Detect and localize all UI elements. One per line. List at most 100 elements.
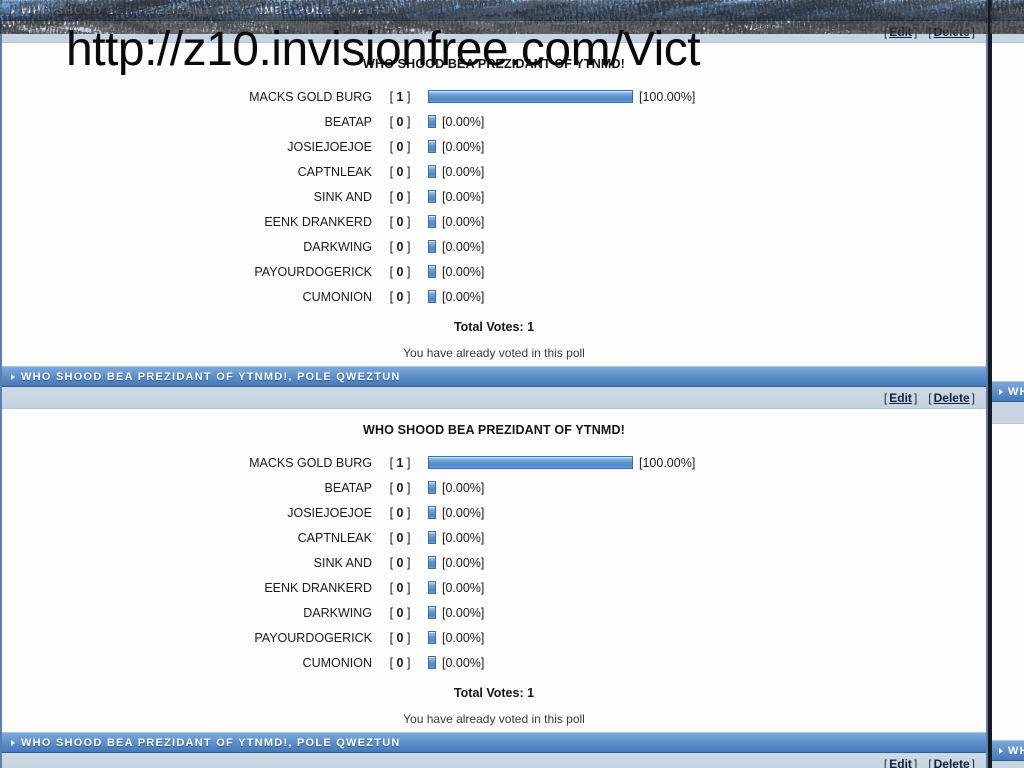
edit-action[interactable]: [Edit] <box>884 757 917 768</box>
poll-body: WHO SHOOD BEA PREZIDANT OF YTNMD! MACKS … <box>2 409 986 732</box>
poll-body <box>992 424 1024 740</box>
poll-option-bar-wrap: [0.00%] <box>428 265 484 279</box>
poll-option-row: PAYOURDOGERICK [ 0 ] [0.00%] <box>2 625 986 650</box>
total-votes: Total Votes: 1 <box>453 686 535 700</box>
poll-option-bar-wrap: [0.00%] <box>428 190 484 204</box>
poll-option-label: CUMONION <box>302 289 372 304</box>
poll-option-bar <box>428 506 436 519</box>
poll-option-row: CUMONION [ 0 ] [0.00%] <box>2 284 986 309</box>
poll-option-label: PAYOURDOGERICK <box>254 264 372 279</box>
poll-option-count: [ 0 ] <box>389 505 411 520</box>
poll-option-bar-wrap: [0.00%] <box>428 506 484 520</box>
panel-header-bar[interactable]: WHO SHOOD BEA PREZIDANT OF YTNMD!, POLE … <box>2 366 986 387</box>
delete-close-bracket: ] <box>971 24 975 39</box>
triangle-right-icon <box>999 7 1003 14</box>
action-links: [Edit] [Delete] <box>884 757 975 768</box>
poll-option-row: CAPTNLEAK [ 0 ] [0.00%] <box>2 159 986 184</box>
poll-option-bar-wrap: [0.00%] <box>428 165 484 179</box>
poll-option-count: [ 0 ] <box>389 530 411 545</box>
poll-option-bar <box>428 290 436 303</box>
poll-option-bar <box>428 115 436 128</box>
delete-action[interactable]: [Delete] <box>928 391 975 405</box>
poll-option-percent: [0.00%] <box>442 214 485 229</box>
poll-option-percent: [0.00%] <box>442 139 485 154</box>
poll-option-count: [ 1 ] <box>389 455 411 470</box>
poll-option-label: BEATAP <box>324 114 372 129</box>
edit-link[interactable]: Edit <box>889 757 912 768</box>
poll-option-count: [ 0 ] <box>389 480 411 495</box>
poll-page-screen: WHO SHOOD BEA PREZIDANT OF YTNMD!, POLE … <box>0 0 1024 768</box>
panel-header-title: WHO SHOOD BEA PREZIDANT OF YTNMD!, POLE … <box>21 4 401 17</box>
poll-option-bar <box>428 531 436 544</box>
poll-option-bar-wrap: [0.00%] <box>428 531 484 545</box>
poll-option-row: EENK DRANKERD [ 0 ] [0.00%] <box>2 575 986 600</box>
poll-option-bar <box>428 165 436 178</box>
poll-note: You have already voted in this poll <box>403 712 585 726</box>
delete-open-bracket: [ <box>928 756 932 768</box>
panel-action-bar: [Edit] [Delete] <box>2 753 986 768</box>
delete-link[interactable]: Delete <box>934 25 970 39</box>
poll-option-bar-wrap: [0.00%] <box>428 481 484 495</box>
action-links: [Edit] [Delete] <box>884 391 975 405</box>
delete-link[interactable]: Delete <box>934 757 970 768</box>
poll-title: WHO SHOOD BEA PREZIDANT OF YTNMD! <box>363 57 625 71</box>
panel-header-bar[interactable]: WHO SHOOD BEA PREZIDANT OF YTNMD!, POLE … <box>2 732 986 753</box>
poll-option-row: MACKS GOLD BURG [ 1 ] [100.00%] <box>2 450 986 475</box>
poll-option-bar <box>428 481 436 494</box>
poll-option-percent: [0.00%] <box>442 239 485 254</box>
action-links: [Edit] [Delete] <box>884 25 975 39</box>
edit-open-bracket: [ <box>883 756 888 768</box>
poll-option-bar-wrap: [0.00%] <box>428 140 484 154</box>
poll-option-row: JOSIEJOEJOE [ 0 ] [0.00%] <box>2 500 986 525</box>
poll-option-bar <box>428 656 436 669</box>
poll-option-percent: [0.00%] <box>442 189 485 204</box>
poll-option-row: MACKS GOLD BURG [ 1 ] [100.00%] <box>2 84 986 109</box>
poll-option-percent: [0.00%] <box>442 605 485 620</box>
panel-header-bar[interactable]: WHO SHOOD BEA PREZIDANT OF YTNMD!, POLE … <box>2 0 986 21</box>
edit-close-bracket: ] <box>913 24 918 39</box>
panel-header-bar[interactable]: WH <box>992 381 1024 402</box>
poll-option-percent: [0.00%] <box>442 555 485 570</box>
panel-header-title: WHO SHOOD BEA PREZIDANT OF YTNMD!, POLE … <box>21 736 401 749</box>
poll-option-percent: [0.00%] <box>442 480 485 495</box>
delete-open-bracket: [ <box>928 390 932 405</box>
delete-action[interactable]: [Delete] <box>928 757 975 768</box>
poll-option-percent: [0.00%] <box>442 580 485 595</box>
poll-option-bar-wrap: [0.00%] <box>428 656 484 670</box>
panel-header-bar[interactable]: WH <box>992 740 1024 761</box>
poll-panel: WHO SHOOD BEA PREZIDANT OF YTNMD!, POLE … <box>0 0 988 366</box>
poll-option-bar-wrap: [0.00%] <box>428 606 484 620</box>
poll-option-label: JOSIEJOEJOE <box>287 505 372 520</box>
second-column: WH WH WH <box>990 0 1024 768</box>
poll-option-row: CUMONION [ 0 ] [0.00%] <box>2 650 986 675</box>
edit-action[interactable]: [Edit] <box>884 391 917 405</box>
poll-option-bar <box>428 581 436 594</box>
panel-action-bar: [Edit] [Delete] <box>2 387 986 409</box>
poll-option-row: BEATAP [ 0 ] [0.00%] <box>2 109 986 134</box>
panel-header-bar[interactable]: WH <box>992 0 1024 21</box>
panel-action-bar: [Edit] [Delete] <box>2 21 986 43</box>
poll-option-bar-wrap: [0.00%] <box>428 556 484 570</box>
edit-action[interactable]: [Edit] <box>884 25 917 39</box>
poll-option-percent: [100.00%] <box>639 455 696 470</box>
poll-option-percent: [0.00%] <box>442 655 485 670</box>
poll-option-label: CAPTNLEAK <box>297 164 372 179</box>
poll-option-label: EENK DRANKERD <box>264 580 372 595</box>
poll-option-bar-wrap: [0.00%] <box>428 581 484 595</box>
delete-link[interactable]: Delete <box>934 391 970 405</box>
poll-option-bar <box>428 190 436 203</box>
poll-option-bar-wrap: [0.00%] <box>428 290 484 304</box>
panel-action-bar <box>992 402 1024 424</box>
triangle-right-icon <box>11 7 15 14</box>
poll-option-percent: [0.00%] <box>442 505 485 520</box>
poll-panel: WHO SHOOD BEA PREZIDANT OF YTNMD!, POLE … <box>0 366 988 732</box>
edit-link[interactable]: Edit <box>889 25 912 39</box>
poll-option-count: [ 0 ] <box>389 164 411 179</box>
poll-option-count: [ 0 ] <box>389 605 411 620</box>
poll-option-percent: [0.00%] <box>442 289 485 304</box>
poll-option-count: [ 0 ] <box>389 214 411 229</box>
poll-option-label: DARKWING <box>303 239 372 254</box>
edit-link[interactable]: Edit <box>889 391 912 405</box>
edit-close-bracket: ] <box>913 390 918 405</box>
delete-action[interactable]: [Delete] <box>928 25 975 39</box>
